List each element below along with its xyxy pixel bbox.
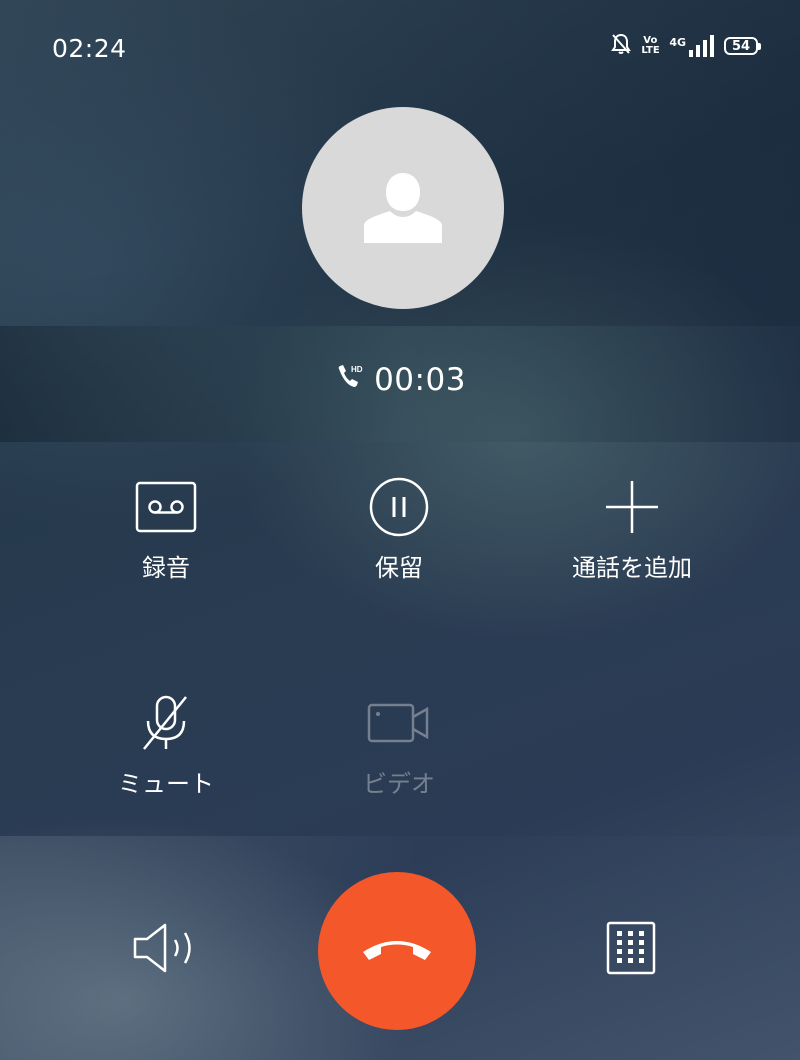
record-label: 録音 (142, 554, 190, 582)
mute-label: ミュート (118, 770, 214, 798)
cassette-icon (61, 472, 271, 542)
speaker-icon (131, 920, 201, 980)
hold-button[interactable]: 保留 (294, 472, 504, 583)
add-call-button[interactable]: 通話を追加 (527, 472, 737, 583)
contact-avatar (302, 107, 504, 309)
call-timer: HD 00:03 (0, 362, 800, 398)
hd-label: HD (351, 365, 363, 374)
video-button[interactable]: ビデオ (294, 688, 504, 799)
mic-off-icon (61, 688, 271, 758)
status-time: 02:24 (52, 34, 127, 63)
hd-call-icon: HD (334, 363, 364, 397)
network-type: 4G (669, 36, 686, 49)
volte-icon: Vo LTE (641, 36, 659, 56)
pause-circle-icon (294, 472, 504, 542)
hold-label: 保留 (375, 554, 423, 582)
plus-icon (527, 472, 737, 542)
call-duration: 00:03 (374, 362, 466, 398)
battery-level: 54 (731, 38, 751, 54)
video-camera-icon (294, 688, 504, 758)
record-button[interactable]: 録音 (61, 472, 271, 583)
video-label: ビデオ (363, 770, 435, 798)
status-icons: Vo LTE 4G 54 (611, 33, 761, 59)
battery-icon: 54 (724, 37, 761, 55)
keypad-button[interactable] (596, 915, 666, 985)
person-icon (364, 173, 442, 243)
bell-muted-icon (611, 33, 632, 59)
signal-icon: 4G (669, 35, 714, 57)
mute-button[interactable]: ミュート (61, 688, 271, 799)
volte-bottom-text: LTE (641, 45, 660, 56)
status-bar: 02:24 Vo LTE 4G 54 (0, 0, 800, 100)
hang-up-icon (359, 934, 435, 968)
speaker-button[interactable] (126, 915, 206, 985)
keypad-icon (606, 921, 656, 979)
add-call-label: 通話を追加 (572, 554, 692, 582)
end-call-button[interactable] (318, 872, 476, 1030)
